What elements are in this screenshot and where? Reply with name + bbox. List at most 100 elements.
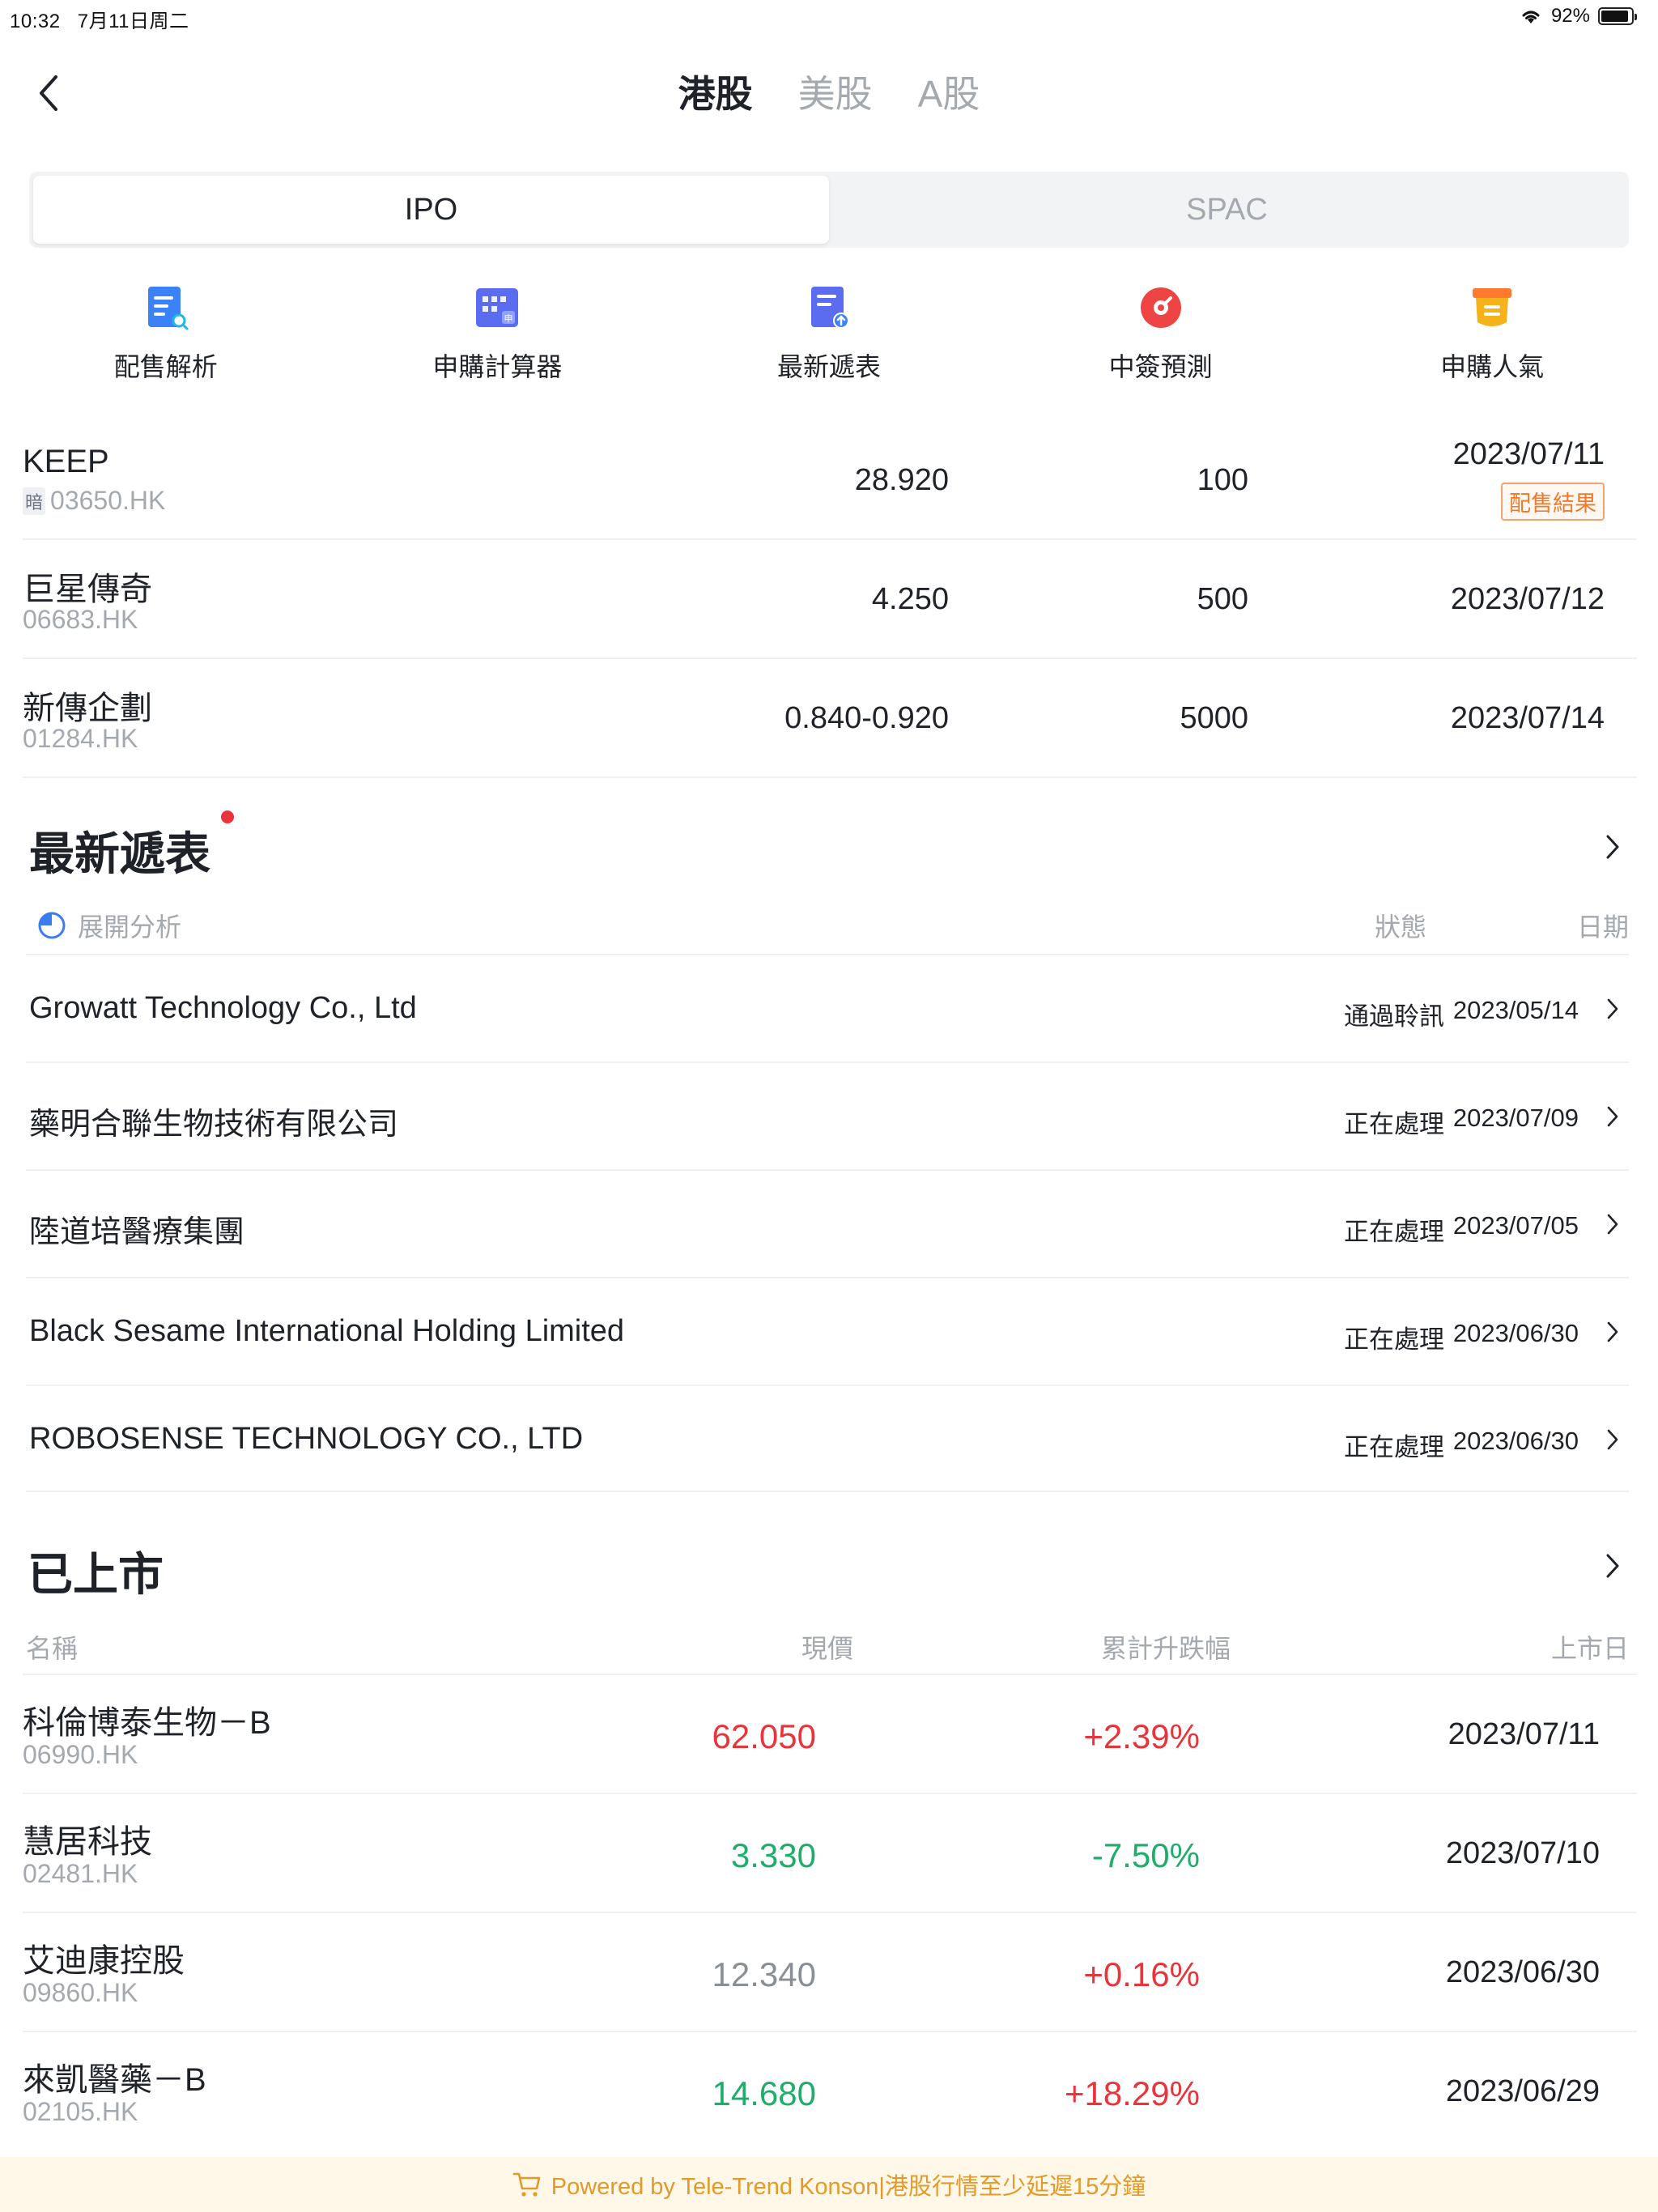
ipo-row[interactable]: KEEP 暗 03650.HK 28.920 100 2023/07/11 配售…: [23, 421, 1637, 540]
stock-code: 06990.HK: [23, 1740, 138, 1769]
current-price: 12.340: [712, 1955, 816, 1993]
filing-company-name: 藥明合聯生物技術有限公司: [29, 1108, 399, 1142]
allotment-result-badge[interactable]: 配售結果: [1501, 483, 1605, 521]
tool-label: 申購計算器: [432, 352, 563, 381]
tool-label: 中簽預測: [1108, 352, 1213, 381]
battery-fill: [1601, 11, 1629, 22]
ipo-row[interactable]: 巨星傳奇 06683.HK 4.250 500 2023/07/12: [23, 540, 1637, 659]
lot-size: 500: [1197, 582, 1248, 616]
filing-row[interactable]: Growatt Technology Co., Ltd 通過聆訊 2023/05…: [26, 954, 1629, 1061]
column-header-name: 名稱: [26, 1634, 79, 1663]
tool-label: 申購人氣: [1440, 352, 1545, 381]
column-header-listing-date: 上市日: [1550, 1634, 1629, 1663]
ipo-date: 2023/07/12: [1450, 582, 1605, 616]
battery-percent: 92%: [1550, 5, 1590, 27]
stock-name: 慧居科技: [23, 1824, 152, 1860]
new-indicator-dot: [221, 810, 234, 823]
stock-code: 01284.HK: [23, 724, 138, 753]
listed-row[interactable]: 慧居科技 02481.HK 3.330 -7.50% 2023/07/10: [23, 1793, 1637, 1912]
chevron-right-icon: [1598, 1422, 1627, 1457]
chevron-right-icon: [1606, 1554, 1619, 1578]
filing-date: 2023/07/05: [1452, 1211, 1579, 1240]
column-header-price: 現價: [801, 1634, 853, 1663]
tool-lottery-forecast[interactable]: 中簽預測: [995, 283, 1327, 389]
filing-status: 正在處理: [1344, 1433, 1444, 1461]
listing-date: 2023/06/30: [1445, 1955, 1600, 1989]
stock-code: 02481.HK: [23, 1859, 138, 1888]
filing-row[interactable]: 藥明合聯生物技術有限公司 正在處理 2023/07/09: [26, 1061, 1629, 1169]
tool-label: 最新遞表: [776, 352, 881, 381]
cumulative-change: +2.39%: [1083, 1717, 1200, 1755]
ipo-row[interactable]: 新傳企劃 01284.HK 0.840-0.920 5000 2023/07/1…: [23, 659, 1637, 778]
ipo-list: KEEP 暗 03650.HK 28.920 100 2023/07/11 配售…: [23, 421, 1637, 778]
filing-status: 通過聆訊: [1344, 1002, 1444, 1031]
current-price: 14.680: [712, 2074, 816, 2112]
filing-date: 2023/05/14: [1452, 996, 1579, 1024]
ipo-date: 2023/07/14: [1450, 701, 1605, 735]
tools-row: 配售解析 申 申購計算器 最新遞表 中簽預測 申購人氣: [0, 283, 1658, 389]
tool-calculator[interactable]: 申 申購計算器: [332, 283, 664, 389]
listing-date: 2023/06/29: [1445, 2074, 1600, 2108]
filing-row[interactable]: ROBOSENSE TECHNOLOGY CO., LTD 正在處理 2023/…: [26, 1385, 1629, 1492]
chevron-right-icon: [1606, 835, 1619, 859]
listed-header: 名稱 現價 累計升跌幅 上市日: [26, 1623, 1629, 1664]
ipo-spac-segment: IPO SPAC: [29, 172, 1629, 248]
expand-analysis-label: 展開分析: [78, 912, 182, 942]
segment-spac[interactable]: SPAC: [829, 176, 1625, 244]
tab-hk-stocks[interactable]: 港股: [678, 65, 753, 118]
offer-price: 28.920: [854, 463, 949, 497]
tool-latest-filing[interactable]: 最新遞表: [663, 283, 995, 389]
filing-row[interactable]: Black Sesame International Holding Limit…: [26, 1277, 1629, 1385]
filing-company-name: Growatt Technology Co., Ltd: [29, 991, 417, 1025]
stock-name: 巨星傳奇: [23, 572, 152, 607]
stock-name: 來凱醫藥－B: [23, 2062, 206, 2098]
listing-date: 2023/07/10: [1445, 1836, 1600, 1870]
lot-size: 5000: [1180, 701, 1248, 735]
cart-icon: [512, 2172, 541, 2197]
stock-code: 06683.HK: [23, 605, 138, 634]
segment-ipo[interactable]: IPO: [33, 176, 829, 244]
listed-more-button[interactable]: [1596, 1542, 1629, 1590]
status-time: 10:32: [10, 11, 61, 32]
listed-row[interactable]: 來凱醫藥－B 02105.HK 14.680 +18.29% 2023/06/2…: [23, 2031, 1637, 2150]
expand-analysis-toggle[interactable]: 展開分析: [37, 907, 181, 944]
ipo-date: 2023/07/11: [1452, 437, 1605, 471]
filings-more-button[interactable]: [1596, 823, 1629, 871]
status-left: 10:32 7月11日周二: [10, 5, 201, 33]
current-price: 62.050: [712, 1717, 816, 1755]
listing-date: 2023/07/11: [1448, 1717, 1600, 1751]
filings-section-title: 最新遞表: [29, 828, 210, 879]
offer-price: 4.250: [871, 582, 949, 616]
listed-list: 科倫博泰生物－B 06990.HK 62.050 +2.39% 2023/07/…: [23, 1674, 1637, 2150]
tab-a-shares[interactable]: A股: [918, 65, 980, 118]
filing-status: 正在處理: [1344, 1110, 1444, 1138]
tool-allotment-analysis[interactable]: 配售解析: [0, 283, 332, 389]
wifi-icon: [1522, 11, 1540, 23]
top-nav: 港股 美股 A股: [0, 57, 1658, 130]
footer-banner: Powered by Tele-Trend Konson|港股行情至少延遲15分…: [0, 2157, 1658, 2212]
filing-company-name: ROBOSENSE TECHNOLOGY CO., LTD: [29, 1422, 584, 1456]
tool-subscription-popularity[interactable]: 申購人氣: [1326, 283, 1658, 389]
filing-date: 2023/06/30: [1452, 1427, 1579, 1455]
pie-chart-icon: [38, 912, 66, 939]
tool-label: 配售解析: [113, 352, 218, 381]
filing-status: 正在處理: [1344, 1325, 1444, 1354]
dark-pool-tag: 暗: [23, 487, 46, 515]
cumulative-change: +0.16%: [1083, 1955, 1200, 1993]
current-price: 3.330: [730, 1836, 816, 1874]
listed-row[interactable]: 艾迪康控股 09860.HK 12.340 +0.16% 2023/06/30: [23, 1912, 1637, 2031]
allotment-analysis-icon: [142, 283, 190, 332]
tab-us-stocks[interactable]: 美股: [798, 65, 873, 118]
stock-code: 09860.HK: [23, 1978, 138, 2007]
latest-filing-icon: [805, 283, 853, 332]
stock-code: 03650.HK: [50, 486, 166, 515]
cumulative-change: +18.29%: [1065, 2074, 1200, 2112]
lottery-forecast-icon: [1137, 283, 1185, 332]
battery-icon: [1598, 7, 1637, 25]
column-header-change: 累計升跌幅: [1100, 1634, 1231, 1663]
filing-row[interactable]: 陸道培醫療集團 正在處理 2023/07/05: [26, 1169, 1629, 1277]
status-date: 7月11日周二: [77, 11, 189, 32]
column-header-status: 狀態: [1374, 912, 1426, 942]
listed-row[interactable]: 科倫博泰生物－B 06990.HK 62.050 +2.39% 2023/07/…: [23, 1674, 1637, 1793]
footer-text: Powered by Tele-Trend Konson|港股行情至少延遲15分…: [551, 2174, 1146, 2200]
